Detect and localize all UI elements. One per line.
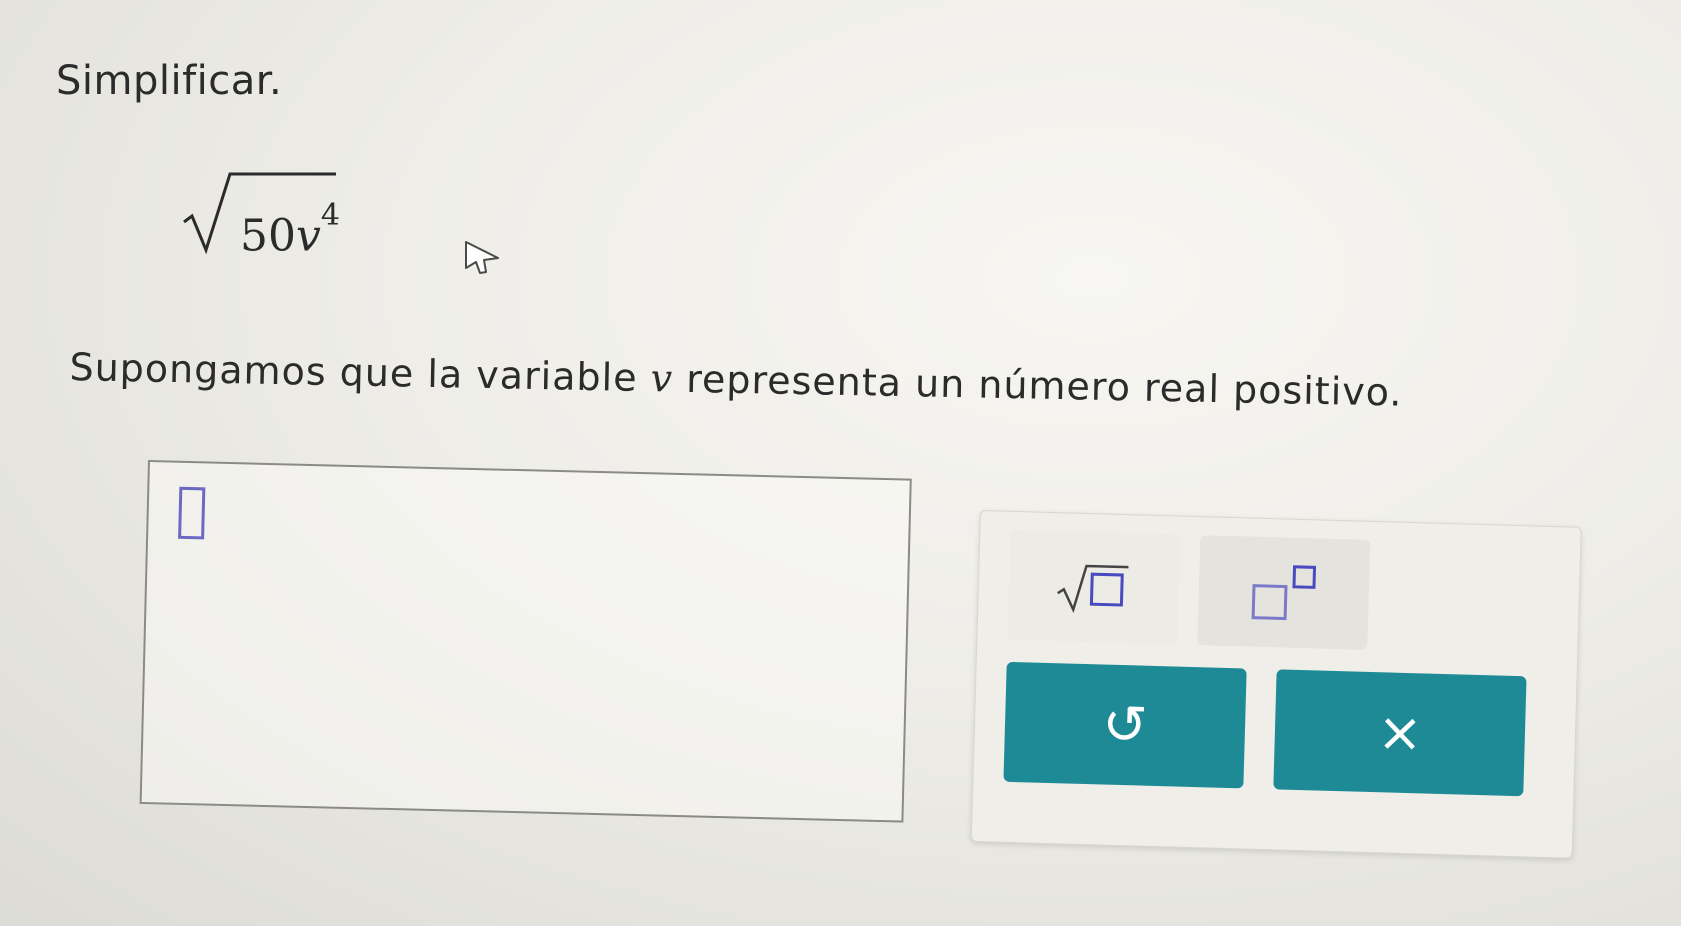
exponent-button[interactable] [1197,535,1371,650]
square-root-template-icon [1057,564,1129,614]
exponent-template-icon [1251,565,1317,621]
clear-icon: × [1376,700,1424,765]
variable: v [296,210,321,262]
assumption-variable: v [650,356,674,401]
mouse-pointer-icon [465,241,499,274]
undo-icon: ↺ [1101,692,1149,757]
assumption-text: Supongamos que la variable v representa … [69,345,1403,415]
coefficient: 50 [240,210,296,262]
math-keypad: ↺ × [970,510,1582,859]
clear-button[interactable]: × [1273,669,1527,797]
radicand: 50v4 [240,198,340,262]
square-root-button[interactable] [1007,529,1181,645]
exponent: 4 [320,198,340,233]
answer-input[interactable] [139,460,912,823]
answer-placeholder-box[interactable] [178,486,206,540]
instruction-title: Simplificar. [56,58,283,104]
undo-button[interactable]: ↺ [1003,661,1247,789]
